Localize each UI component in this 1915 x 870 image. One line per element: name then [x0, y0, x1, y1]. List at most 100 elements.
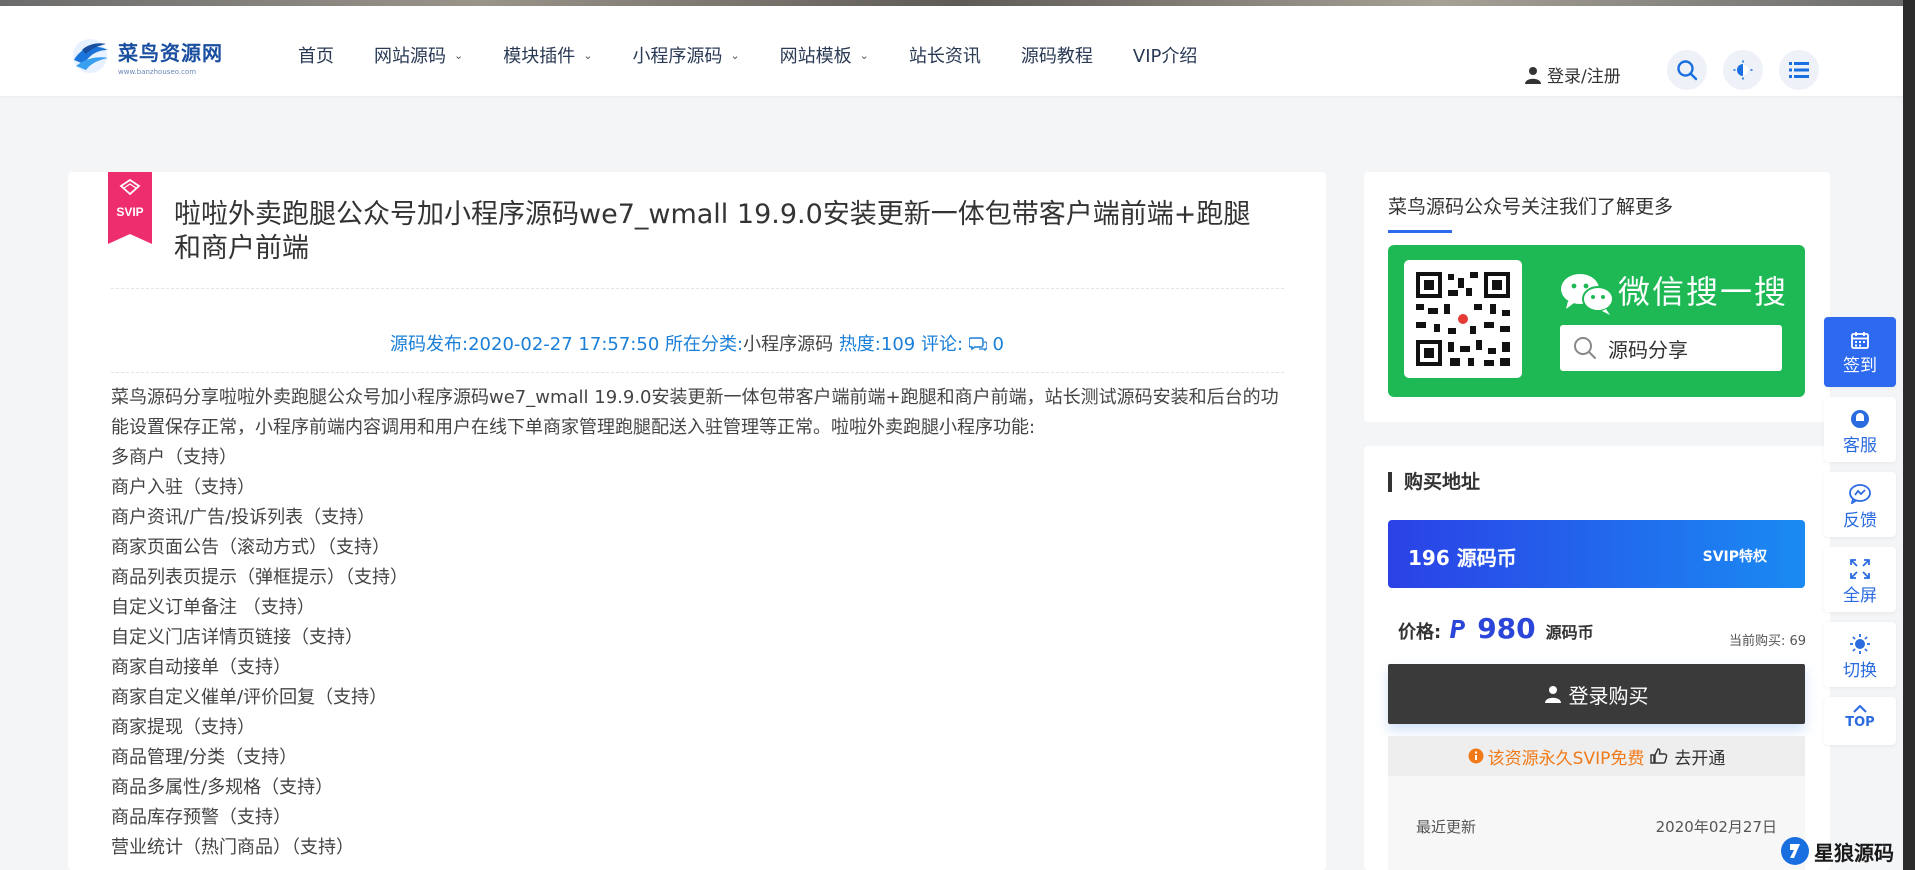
wechat-search-text: 源码分享 — [1608, 337, 1688, 362]
wechat-banner[interactable]: 微信搜一搜 源码分享 — [1388, 245, 1805, 397]
feedback-icon — [1849, 484, 1871, 504]
nav-vip[interactable]: VIP介绍 — [1133, 42, 1197, 68]
nav-templates[interactable]: 网站模板 ⌄ — [780, 42, 869, 68]
category-link[interactable]: 小程序源码 — [743, 334, 833, 355]
nav-miniprogram-source[interactable]: 小程序源码 ⌄ — [632, 42, 739, 68]
logo-title: 菜鸟资源网 — [118, 40, 223, 65]
nav-plugins[interactable]: 模块插件 ⌄ — [503, 42, 592, 68]
float-fullscreen-button[interactable]: 全屏 — [1824, 547, 1896, 612]
float-switch-label: 切换 — [1843, 661, 1877, 681]
float-feedback-button[interactable]: 反馈 — [1824, 472, 1896, 537]
price-unit: 源码币 — [1545, 623, 1594, 642]
qr-code — [1404, 260, 1522, 378]
feature-item: 商家提现（支持） — [111, 717, 255, 738]
window-right-edge — [1903, 0, 1915, 870]
nav-plugins-label: 模块插件 — [503, 46, 576, 67]
wechat-follow-widget: 菜鸟源码公众号关注我们了解更多 微信搜一搜 源码分享 — [1364, 172, 1830, 422]
site-logo[interactable]: 菜鸟资源网 www.banzhouseo.com — [68, 36, 223, 76]
title-divider — [111, 288, 1284, 289]
nav-home[interactable]: 首页 — [298, 42, 334, 68]
search-icon — [1677, 60, 1698, 81]
wechat-search-title: 微信搜一搜 — [1618, 273, 1789, 311]
corner-watermark: 星狼源码 — [1780, 836, 1894, 866]
menu-button[interactable] — [1779, 50, 1819, 90]
feature-item: 自定义订单备注 （支持） — [111, 597, 315, 618]
nav-tutorials[interactable]: 源码教程 — [1021, 42, 1093, 68]
price-label: 价格: — [1398, 622, 1442, 643]
category-label: 所在分类: — [665, 334, 744, 355]
article-intro: 菜鸟源码分享啦啦外卖跑腿公众号加小程序源码we7_wmall 19.9.0安装更… — [111, 387, 1279, 438]
nav-tutorials-label: 源码教程 — [1020, 46, 1093, 67]
login-buy-button[interactable]: 登录购买 — [1388, 664, 1805, 724]
site-header: 菜鸟资源网 www.banzhouseo.com 首页 网站源码 ⌄ 模块插件 ⌄ … — [0, 6, 1903, 96]
feature-item: 商品列表页提示（弹框提示）（支持） — [111, 567, 408, 588]
watermark-text: 星狼源码 — [1814, 840, 1894, 865]
price-row: 价格: 980 源码币 — [1398, 612, 1594, 645]
wechat-logo-icon — [1561, 274, 1614, 315]
feature-item: 商家自动接单（支持） — [111, 657, 291, 678]
title-underline — [1388, 230, 1452, 233]
chevron-down-icon: ⌄ — [454, 48, 464, 62]
info-icon — [1468, 748, 1484, 764]
publish-label: 源码发布: — [390, 334, 469, 355]
chevron-down-icon: ⌄ — [859, 48, 869, 62]
float-checkin-label: 签到 — [1843, 356, 1877, 376]
thumbs-up-icon — [1650, 748, 1668, 764]
chevron-down-icon: ⌄ — [730, 48, 740, 62]
article-title: 啦啦外卖跑腿公众号加小程序源码we7_wmall 19.9.0安装更新一体包带客… — [174, 199, 1251, 264]
svip-badge: SVIP — [108, 172, 152, 244]
feature-item: 商户资讯/广告/投诉列表（支持） — [111, 507, 376, 528]
nav-templates-label: 网站模板 — [779, 46, 852, 67]
meta-divider — [111, 372, 1284, 373]
nav-news[interactable]: 站长资讯 — [909, 42, 981, 68]
calendar-icon — [1851, 332, 1869, 349]
article-card: SVIP 啦啦外卖跑腿公众号加小程序源码we7_wmall 19.9.0安装更新… — [68, 172, 1326, 870]
nav-website-source[interactable]: 网站源码 ⌄ — [374, 42, 463, 68]
article-content: 菜鸟源码分享啦啦外卖跑腿公众号加小程序源码we7_wmall 19.9.0安装更… — [111, 383, 1291, 863]
user-icon — [1525, 66, 1541, 84]
watermark-logo-icon — [1781, 837, 1809, 865]
logo-bird-icon — [73, 39, 108, 73]
float-feedback-label: 反馈 — [1843, 511, 1877, 531]
theme-icon — [1733, 60, 1753, 80]
float-top-button[interactable]: TOP — [1824, 697, 1896, 745]
nav-website-source-label: 网站源码 — [374, 46, 446, 67]
float-service-button[interactable]: 客服 — [1824, 397, 1896, 462]
feature-item: 商品多属性/多规格（支持） — [111, 777, 334, 798]
recent-update-date: 2020年02月27日 — [1655, 818, 1777, 836]
search-icon — [1574, 337, 1596, 359]
arrow-up-icon — [1853, 705, 1867, 713]
float-checkin-button[interactable]: 签到 — [1824, 317, 1896, 387]
svip-free-bar[interactable]: 该资源永久SVIP免费 去开通 — [1388, 736, 1805, 776]
login-buy-label: 登录购买 — [1568, 683, 1649, 708]
recent-update-label: 最近更新 — [1416, 818, 1477, 836]
feature-item: 商家页面公告（滚动方式）（支持） — [111, 537, 390, 558]
comments-count: 0 — [992, 334, 1004, 355]
nav-vip-label: VIP介绍 — [1132, 46, 1198, 67]
feature-item: 多商户（支持） — [111, 447, 237, 468]
comments-label: 评论: — [920, 334, 964, 355]
login-register-link[interactable]: 登录/注册 — [1525, 62, 1621, 87]
login-label: 登录/注册 — [1547, 67, 1621, 87]
nav-home-label: 首页 — [298, 46, 334, 67]
article-meta: 源码发布:2020-02-27 17:57:50 所在分类:小程序源码 热度:1… — [68, 330, 1326, 356]
float-fullscreen-label: 全屏 — [1843, 586, 1877, 606]
chat-icon — [1851, 410, 1869, 428]
purchase-count: 当前购买: 69 — [1728, 634, 1806, 649]
float-service-label: 客服 — [1843, 436, 1877, 456]
float-top-label: TOP — [1845, 715, 1875, 730]
nav-miniprogram-label: 小程序源码 — [632, 46, 723, 67]
sun-icon — [1850, 634, 1870, 654]
comments-icon — [968, 337, 988, 352]
recent-update-box: 最近更新 2020年02月27日 — [1388, 776, 1805, 870]
feature-item: 商品库存预警（支持） — [111, 807, 291, 828]
go-open-link[interactable]: 去开通 — [1674, 744, 1725, 769]
search-button[interactable] — [1667, 50, 1707, 90]
float-switch-button[interactable]: 切换 — [1824, 622, 1896, 687]
nav-news-label: 站长资讯 — [908, 46, 981, 67]
price-tier-bar[interactable]: 196 源码币 SVIP特权 — [1388, 520, 1805, 588]
wechat-search-box[interactable]: 源码分享 — [1560, 325, 1782, 371]
theme-toggle-button[interactable] — [1723, 50, 1763, 90]
logo-subtitle: www.banzhouseo.com — [118, 67, 197, 76]
coin-icon — [1450, 619, 1466, 638]
